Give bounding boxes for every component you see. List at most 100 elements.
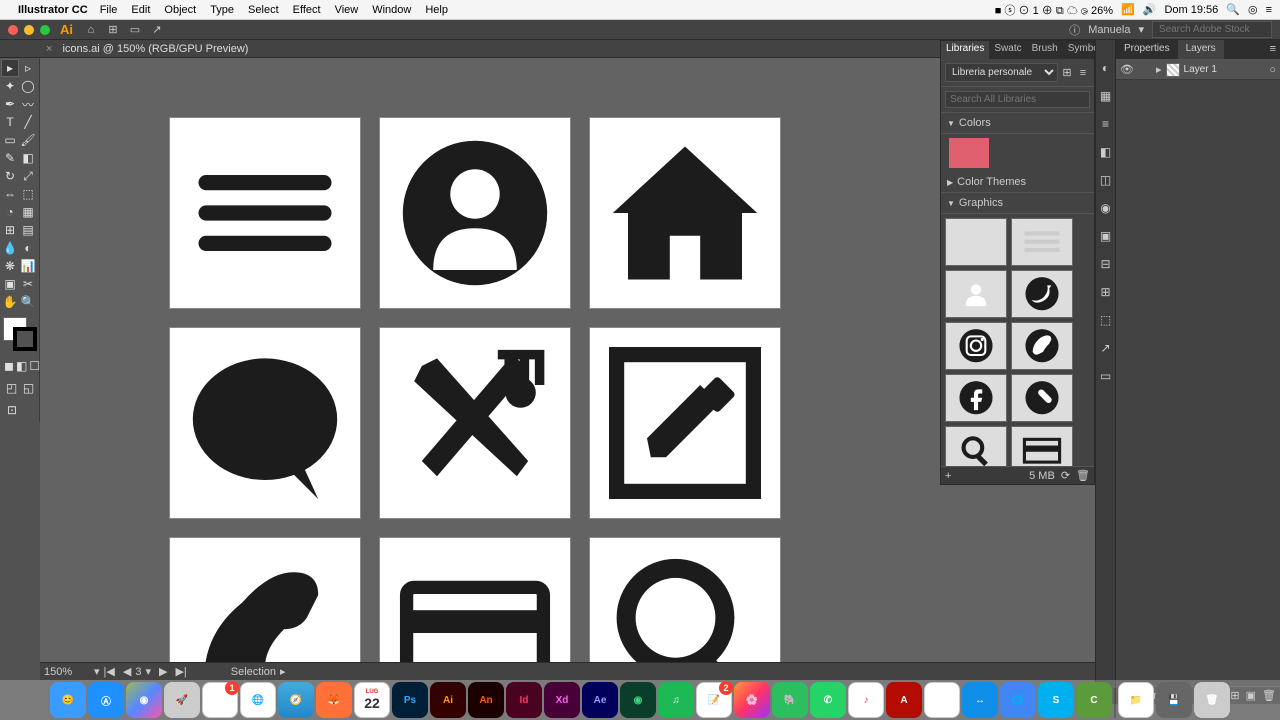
eyedropper-tool[interactable]: 💧 [1, 239, 19, 257]
dock-preview[interactable]: 🖼 [924, 682, 960, 718]
align-panel-icon[interactable]: ⊟ [1098, 256, 1114, 272]
dock-evernote[interactable]: 🐘 [772, 682, 808, 718]
close-window[interactable] [8, 25, 18, 35]
section-colors[interactable]: ▼Colors [941, 113, 1094, 134]
graphic-card[interactable] [1011, 426, 1073, 466]
asset-export-icon[interactable]: ↗ [1098, 340, 1114, 356]
graphic-styles-icon[interactable]: ▣ [1098, 228, 1114, 244]
draw-behind[interactable]: ◱ [20, 379, 37, 397]
stroke-panel-icon[interactable]: ≡ [1098, 116, 1114, 132]
magic-wand-tool[interactable]: ✦ [1, 77, 19, 95]
screen-mode[interactable]: ⊡ [3, 401, 21, 419]
menu-select[interactable]: Select [248, 4, 279, 16]
add-asset-icon[interactable]: + [945, 470, 951, 482]
visibility-icon[interactable]: 👁 [1120, 63, 1134, 77]
tab-brushes[interactable]: Brush [1027, 41, 1063, 59]
menu-view[interactable]: View [335, 4, 359, 16]
graphic-facebook[interactable] [945, 374, 1007, 422]
spotlight-icon[interactable]: 🔍 [1226, 3, 1240, 16]
artboard-menu-icon[interactable] [170, 118, 360, 308]
blend-tool[interactable]: ◐ [19, 239, 37, 257]
tab-layers[interactable]: Layers [1178, 40, 1224, 59]
dock-teamviewer[interactable]: ↔ [962, 682, 998, 718]
grid-icon[interactable]: ⊞ [105, 22, 121, 38]
hand-tool[interactable]: ✋ [1, 293, 19, 311]
graphic-phone-circle[interactable] [1011, 322, 1073, 370]
graphic-twitter[interactable] [1011, 270, 1073, 318]
dock-whatsapp[interactable]: ✆ [810, 682, 846, 718]
artboard-card-icon[interactable] [380, 538, 570, 662]
siri-icon[interactable]: ◎ [1248, 3, 1258, 16]
artboard-home-icon[interactable] [590, 118, 780, 308]
dock-spotify[interactable]: ♫ [658, 682, 694, 718]
transparency-panel-icon[interactable]: ◫ [1098, 172, 1114, 188]
menu-window[interactable]: Window [372, 4, 411, 16]
appearance-panel-icon[interactable]: ◉ [1098, 200, 1114, 216]
dock-appstore[interactable]: Ⓐ [88, 682, 124, 718]
arrange-icon[interactable]: ▭ [127, 22, 143, 38]
volume-icon[interactable]: 🔊 [1143, 3, 1157, 16]
color-panel-icon[interactable]: ◐ [1098, 60, 1114, 76]
dock-siri[interactable]: ◉ [126, 682, 162, 718]
next-artboard-icon[interactable]: ▶ [155, 665, 171, 678]
stock-search[interactable] [1152, 21, 1272, 38]
library-selector[interactable]: Libreria personale [945, 63, 1058, 82]
section-graphics[interactable]: ▼Graphics [941, 193, 1094, 214]
gradient-mode[interactable]: ◧ [15, 357, 28, 375]
selection-tool[interactable]: ▸ [1, 59, 19, 77]
zoom-level[interactable]: 150% [44, 666, 94, 678]
symbol-sprayer-tool[interactable]: ❋ [1, 257, 19, 275]
dock-xd[interactable]: Xd [544, 682, 580, 718]
graphic-search[interactable] [945, 426, 1007, 466]
paintbrush-tool[interactable]: 🖌 [19, 131, 37, 149]
artboard-dropdown-icon[interactable]: ▾ [141, 665, 155, 678]
fill-stroke-swatches[interactable] [1, 315, 38, 355]
dock-photoshop[interactable]: Ps [392, 682, 428, 718]
panel-menu-icon[interactable]: ≡ [1266, 40, 1280, 59]
artboard-chat-icon[interactable] [170, 328, 360, 518]
stroke-swatch[interactable] [13, 327, 37, 351]
tab-properties[interactable]: Properties [1116, 40, 1178, 59]
grid-view-icon[interactable]: ⊞ [1060, 66, 1074, 80]
target-icon[interactable]: ○ [1269, 64, 1276, 76]
maximize-window[interactable] [40, 25, 50, 35]
color-guide-icon[interactable]: ▦ [1098, 88, 1114, 104]
notification-icon[interactable]: ≡ [1266, 4, 1272, 16]
menu-file[interactable]: File [100, 4, 118, 16]
perspective-tool[interactable]: ▦ [19, 203, 37, 221]
dock-firefox[interactable]: 🦊 [316, 682, 352, 718]
pen-tool[interactable]: ✒ [1, 95, 19, 113]
more-icon[interactable]: ↗ [149, 22, 165, 38]
menu-effect[interactable]: Effect [293, 4, 321, 16]
user-name[interactable]: Manuela [1088, 24, 1130, 36]
graphic-user[interactable] [945, 270, 1007, 318]
color-mode[interactable]: ◼ [3, 357, 15, 375]
window-controls[interactable] [8, 25, 50, 35]
dock-chrome[interactable]: 🌐 [240, 682, 276, 718]
gradient-tool[interactable]: ▤ [19, 221, 37, 239]
dock-acrobat[interactable]: A [886, 682, 922, 718]
expand-icon[interactable]: ▸ [1156, 63, 1162, 76]
scale-tool[interactable]: ⤢ [19, 167, 37, 185]
pathfinder-panel-icon[interactable]: ⊞ [1098, 284, 1114, 300]
dock-itunes[interactable]: ♪ [848, 682, 884, 718]
artboard-phone-icon[interactable] [170, 538, 360, 662]
dock-finder[interactable]: 😊 [50, 682, 86, 718]
dock-photos[interactable]: 🌸 [734, 682, 770, 718]
dock-indesign[interactable]: Id [506, 682, 542, 718]
width-tool[interactable]: ⇔ [1, 185, 19, 203]
dock-skype[interactable]: S [1038, 682, 1074, 718]
artboard-edit-icon[interactable] [590, 328, 780, 518]
free-transform-tool[interactable]: ⬚ [19, 185, 37, 203]
direct-selection-tool[interactable]: ▹ [19, 59, 37, 77]
dock-trash[interactable]: 🗑 [1194, 682, 1230, 718]
dock-folder[interactable]: 📁 [1118, 682, 1154, 718]
dock-notes[interactable]: 📝2 [696, 682, 732, 718]
color-swatch-pink[interactable] [949, 138, 989, 168]
shaper-tool[interactable]: ✎ [1, 149, 19, 167]
mesh-tool[interactable]: ⊞ [1, 221, 19, 239]
minimize-window[interactable] [24, 25, 34, 35]
type-tool[interactable]: T [1, 113, 19, 131]
dock-dimension[interactable]: ◉ [620, 682, 656, 718]
graphic-cart[interactable] [945, 218, 1007, 266]
